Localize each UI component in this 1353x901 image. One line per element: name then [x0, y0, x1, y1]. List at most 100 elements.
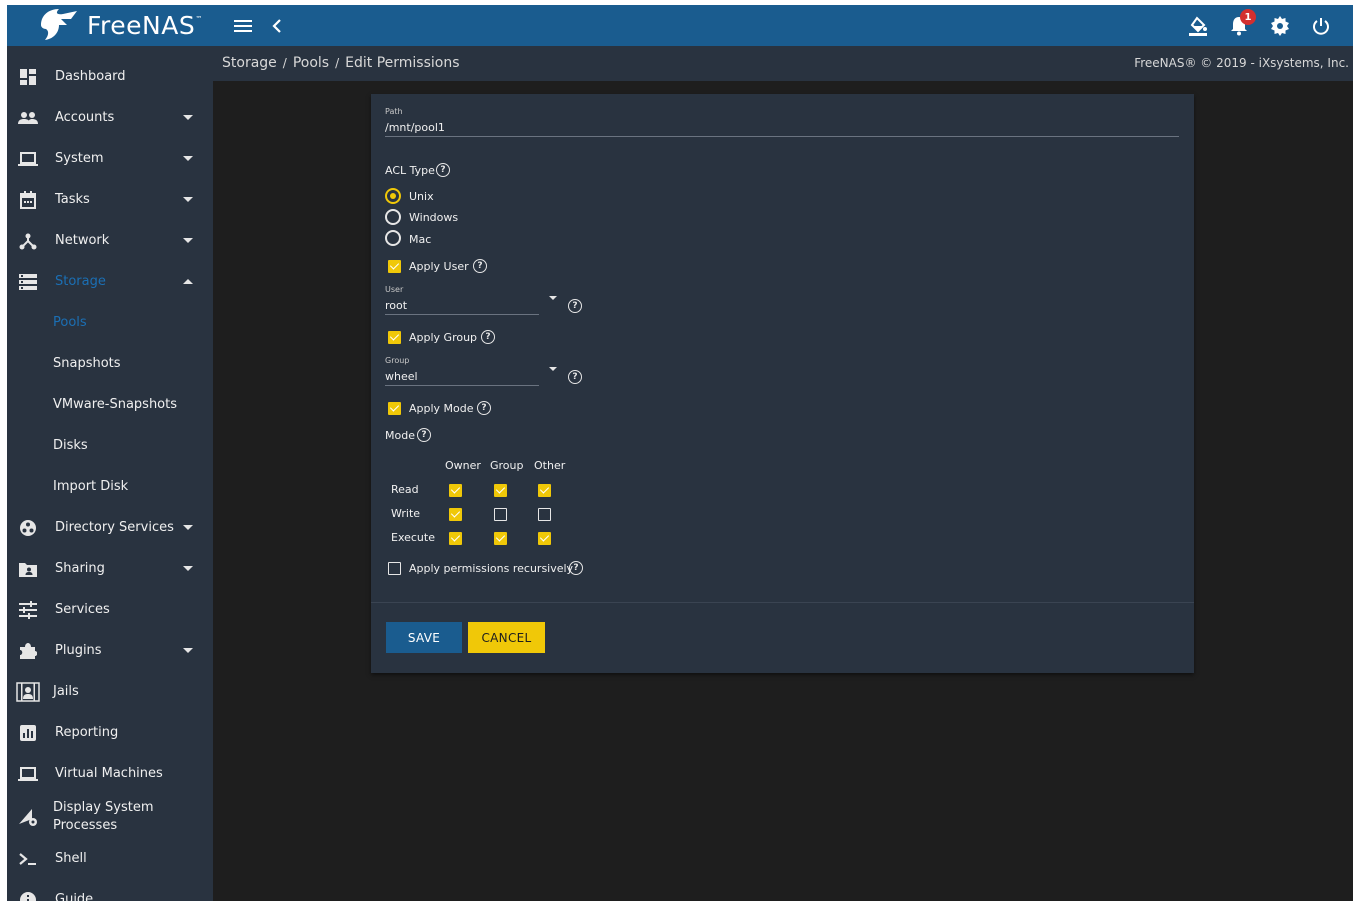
- apply-recursively-label: Apply permissions recursively: [409, 562, 574, 575]
- settings-gear-icon[interactable]: [1269, 15, 1291, 37]
- acl-unix-label: Unix: [409, 190, 434, 203]
- user-label: User: [385, 285, 404, 294]
- freenas-logo[interactable]: FreeNAS™: [37, 7, 203, 43]
- apply-mode-checkbox[interactable]: [388, 402, 401, 415]
- execute-group-checkbox[interactable]: [494, 532, 507, 545]
- breadcrumb-current: Edit Permissions: [345, 55, 460, 71]
- mode-column-owner: Owner: [445, 459, 481, 472]
- sidebar-item-jails[interactable]: Jails: [7, 671, 213, 712]
- collapse-sidebar-icon[interactable]: [266, 15, 288, 37]
- apply-recursively-checkbox[interactable]: [388, 562, 401, 575]
- sidebar-item-virtual-machines[interactable]: Virtual Machines: [7, 753, 213, 794]
- acl-mac-radio[interactable]: [385, 230, 401, 246]
- laptop-icon: [18, 149, 38, 169]
- read-owner-checkbox[interactable]: [449, 484, 462, 497]
- apply-user-checkbox[interactable]: [388, 260, 401, 273]
- jail-icon: [16, 681, 40, 702]
- user-dropdown-arrow-icon[interactable]: [549, 296, 557, 300]
- breadcrumb-storage[interactable]: Storage: [222, 55, 277, 71]
- group-help-icon[interactable]: ?: [568, 370, 582, 384]
- group-dropdown-arrow-icon[interactable]: [549, 367, 557, 371]
- sidebar-item-label: Sharing: [55, 561, 105, 576]
- sidebar-subitem-import-disk[interactable]: Import Disk: [7, 466, 213, 507]
- dashboard-icon: [18, 67, 38, 87]
- power-icon[interactable]: [1310, 15, 1332, 37]
- path-label: Path: [385, 107, 403, 116]
- execute-other-checkbox[interactable]: [538, 532, 551, 545]
- chevron-down-icon: [183, 197, 193, 202]
- execute-owner-checkbox[interactable]: [449, 532, 462, 545]
- sidebar-subitem-vmware-snapshots[interactable]: VMware-Snapshots: [7, 384, 213, 425]
- chevron-down-icon: [183, 648, 193, 653]
- sidebar-item-reporting[interactable]: Reporting: [7, 712, 213, 753]
- sidebar-item-guide[interactable]: Guide: [7, 879, 213, 901]
- acl-type-help-icon[interactable]: ?: [436, 163, 450, 177]
- cancel-button[interactable]: CANCEL: [468, 622, 545, 653]
- sidebar-subitem-label: Pools: [53, 315, 87, 330]
- apply-user-help-icon[interactable]: ?: [473, 259, 487, 273]
- apply-recursively-help-icon[interactable]: ?: [569, 561, 583, 575]
- chevron-down-icon: [183, 566, 193, 571]
- acl-windows-radio[interactable]: [385, 209, 401, 225]
- sidebar-item-sharing[interactable]: Sharing: [7, 548, 213, 589]
- path-underline: [385, 136, 1179, 137]
- sidebar-subitem-pools[interactable]: Pools: [7, 302, 213, 343]
- user-select[interactable]: root: [385, 299, 407, 312]
- sidebar-subitem-disks[interactable]: Disks: [7, 425, 213, 466]
- user-help-icon[interactable]: ?: [568, 299, 582, 313]
- freenas-logo-icon: [41, 9, 77, 40]
- mode-column-group: Group: [490, 459, 524, 472]
- storage-icon: [18, 272, 38, 292]
- edit-permissions-card: Path /mnt/pool1 ACL Type ? Unix Windows …: [371, 94, 1194, 673]
- write-owner-checkbox[interactable]: [449, 508, 462, 521]
- sidebar-item-tasks[interactable]: Tasks: [7, 179, 213, 220]
- apply-mode-help-icon[interactable]: ?: [477, 401, 491, 415]
- terminal-icon: [18, 849, 38, 869]
- sidebar-item-system[interactable]: System: [7, 138, 213, 179]
- puzzle-icon: [18, 641, 38, 661]
- apply-group-checkbox[interactable]: [388, 331, 401, 344]
- sidebar-item-label: Virtual Machines: [55, 766, 163, 781]
- group-underline: [385, 385, 539, 386]
- top-bar: FreeNAS™ 1: [7, 5, 1353, 46]
- save-button[interactable]: SAVE: [386, 622, 462, 653]
- sidebar-item-accounts[interactable]: Accounts: [7, 97, 213, 138]
- chevron-down-icon: [183, 115, 193, 120]
- sidebar-item-label: Tasks: [55, 192, 90, 207]
- sidebar-item-directory-services[interactable]: Directory Services: [7, 507, 213, 548]
- breadcrumb-pools[interactable]: Pools: [293, 55, 329, 71]
- theme-icon[interactable]: [1187, 15, 1209, 37]
- mode-help-icon[interactable]: ?: [417, 428, 431, 442]
- menu-icon[interactable]: [232, 15, 254, 37]
- form-divider: [371, 602, 1194, 603]
- tune-icon: [18, 600, 38, 620]
- people-icon: [18, 108, 38, 128]
- laptop-icon: [18, 764, 38, 784]
- mode-row-read-label: Read: [391, 483, 419, 496]
- sidebar-item-dashboard[interactable]: Dashboard: [7, 56, 213, 97]
- write-group-checkbox[interactable]: [494, 508, 507, 521]
- sidebar-subitem-snapshots[interactable]: Snapshots: [7, 343, 213, 384]
- sidebar-item-plugins[interactable]: Plugins: [7, 630, 213, 671]
- acl-unix-radio[interactable]: [385, 188, 401, 204]
- read-group-checkbox[interactable]: [494, 484, 507, 497]
- group-select[interactable]: wheel: [385, 370, 418, 383]
- apply-user-label: Apply User: [409, 260, 469, 273]
- sidebar-item-storage[interactable]: Storage: [7, 261, 213, 302]
- sidebar-item-shell[interactable]: Shell: [7, 838, 213, 879]
- sidebar-item-label: Accounts: [55, 110, 115, 125]
- read-other-checkbox[interactable]: [538, 484, 551, 497]
- mode-label: Mode: [385, 429, 415, 442]
- mode-row-execute-label: Execute: [391, 531, 435, 544]
- sidebar-item-services[interactable]: Services: [7, 589, 213, 630]
- sidebar-subitem-label: Disks: [53, 438, 88, 453]
- path-input[interactable]: /mnt/pool1: [385, 121, 445, 134]
- write-other-checkbox[interactable]: [538, 508, 551, 521]
- sidebar-item-network[interactable]: Network: [7, 220, 213, 261]
- sidebar-item-display-system-processes[interactable]: Display System Processes: [7, 794, 213, 840]
- sidebar-item-label: Shell: [55, 851, 87, 866]
- apply-group-help-icon[interactable]: ?: [481, 330, 495, 344]
- acl-type-label: ACL Type: [385, 164, 435, 177]
- acl-windows-label: Windows: [409, 211, 459, 224]
- sidebar-item-label: Services: [55, 602, 110, 617]
